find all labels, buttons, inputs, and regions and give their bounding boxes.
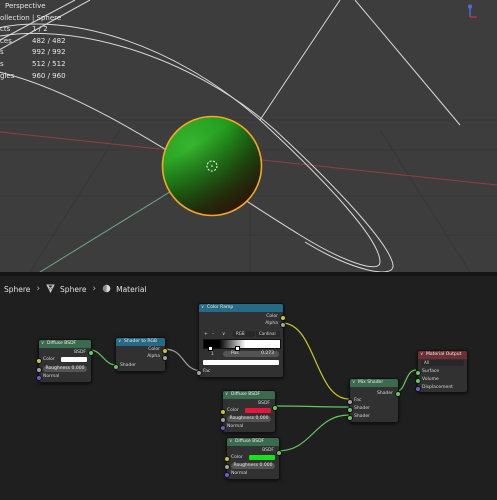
socket-bsdf-out[interactable] [272,405,278,411]
collapse-chevron-icon[interactable]: ∨ [352,379,355,387]
socket-alpha-out[interactable] [162,355,168,361]
output-bsdf: BSDF [262,448,274,453]
input-color-label: Color [227,408,239,413]
color-swatch-white[interactable] [61,357,87,362]
output-bsdf: BSDF [258,401,270,406]
add-stop-button[interactable]: + [204,331,208,338]
collapse-chevron-icon[interactable]: ∨ [229,438,232,446]
socket-surface-in[interactable] [415,370,421,376]
socket-normal-in[interactable] [36,375,42,381]
node-header[interactable]: ∨ Material Output [418,351,467,359]
node-diffuse-bsdf-green[interactable]: ∨ Diffuse BSDF BSDF Color Roughness 0.000… [224,437,282,480]
node-material-output[interactable]: ∨ Material Output All Surface Volume Disp… [415,350,468,393]
output-alpha-label: Alpha [265,321,278,326]
input-displacement-label: Displacement [422,385,453,390]
color-swatch-red[interactable] [245,408,271,413]
input-fac-label: Fac [354,398,362,403]
socket-shader1-in[interactable] [347,407,353,413]
color-mode-select[interactable]: RGB [233,331,255,337]
interpolation-select[interactable]: Cardinal [256,331,280,337]
ramp-menu-dropdown[interactable]: ∨ [222,331,225,338]
navigation-gizmo-icon[interactable] [466,4,480,20]
viewport-scene [0,0,497,272]
input-fac-label: Fac [203,369,211,374]
position-field[interactable]: Pos 0.273 [223,351,279,357]
socket-shader2-in[interactable] [347,415,353,421]
shader-node-editor[interactable]: Sphere › Sphere › Material ∨ Diffuse BSDF… [0,276,497,500]
input-shader1-label: Shader [354,406,370,411]
socket-color-in[interactable] [224,456,230,462]
socket-shader-in[interactable] [113,364,119,370]
output-bsdf: BSDF [74,350,86,355]
socket-fac-in[interactable] [196,370,202,376]
socket-normal-in[interactable] [224,472,230,478]
render-target-select[interactable]: All [421,360,464,366]
output-alpha-label: Alpha [147,354,160,359]
node-diffuse-bsdf-red[interactable]: ∨ Diffuse BSDF BSDF Color Roughness 0.000… [220,390,278,433]
roughness-field[interactable]: Roughness 0.000 [227,416,271,422]
3d-viewport[interactable]: Perspective ollection | Sphere cts 1 / 2 … [0,0,497,272]
node-color-ramp[interactable]: ∨ Color Ramp Color Alpha + – ∨ RGB Cardin… [196,303,286,378]
socket-roughness-in[interactable] [36,367,42,373]
socket-shader-out[interactable] [395,391,401,397]
socket-alpha-out[interactable] [280,322,286,328]
node-header[interactable]: ∨ Color Ramp [199,304,283,312]
collapse-chevron-icon[interactable]: ∨ [225,391,228,399]
node-mix-shader[interactable]: ∨ Mix Shader Shader Fac Shader Shader [347,378,401,423]
input-shader2-label: Shader [354,414,370,419]
collection-path: ollection | Sphere [0,13,62,22]
node-shader-to-rgb[interactable]: ∨ Shader to RGB Color Alpha Shader [113,337,168,372]
collapse-chevron-icon[interactable]: ∨ [420,351,423,359]
collapse-chevron-icon[interactable]: ∨ [118,338,121,346]
input-color-label: Color [231,455,243,460]
input-color-label: Color [43,357,55,362]
socket-bsdf-out[interactable] [276,450,282,456]
socket-normal-in[interactable] [220,425,226,431]
socket-roughness-in[interactable] [220,417,226,423]
socket-roughness-in[interactable] [224,464,230,470]
socket-color-in[interactable] [36,358,42,364]
socket-volume-in[interactable] [415,378,421,384]
output-color-label: Color [266,314,278,319]
node-diffuse-bsdf-white[interactable]: ∨ Diffuse BSDF BSDF Color Roughness 0.000… [36,339,94,383]
collapse-chevron-icon[interactable]: ∨ [41,340,44,348]
node-header[interactable]: ∨ Shader to RGB [116,338,165,346]
socket-fac-in[interactable] [347,399,353,405]
color-ramp-gradient[interactable] [203,339,281,349]
color-swatch-green[interactable] [249,455,275,460]
output-shader-label: Shader [377,391,393,396]
node-header[interactable]: ∨ Diffuse BSDF [39,340,91,348]
input-normal-label: Normal [43,374,60,379]
view-name: Perspective [5,2,46,10]
socket-displacement-in[interactable] [415,386,421,392]
socket-color-out[interactable] [280,315,286,321]
roughness-field[interactable]: Roughness 0.000 [43,366,87,372]
input-surface-label: Surface [422,369,440,374]
node-header[interactable]: ∨ Diffuse BSDF [223,391,275,399]
socket-color-in[interactable] [220,409,226,415]
input-shader-label: Shader [120,363,136,368]
node-header[interactable]: ∨ Mix Shader [350,379,398,387]
node-header[interactable]: ∨ Diffuse BSDF [227,438,279,446]
stop-index-field[interactable]: 1 [211,351,214,358]
output-color-label: Color [148,347,160,352]
collapse-chevron-icon[interactable]: ∨ [201,304,204,312]
remove-stop-button[interactable]: – [212,331,214,338]
roughness-field[interactable]: Roughness 0.000 [231,463,275,469]
input-volume-label: Volume [422,377,439,382]
socket-color-out[interactable] [162,348,168,354]
socket-bsdf-out[interactable] [88,350,94,356]
stop-color-swatch[interactable] [203,360,279,365]
input-normal-label: Normal [231,471,248,476]
input-normal-label: Normal [227,424,244,429]
